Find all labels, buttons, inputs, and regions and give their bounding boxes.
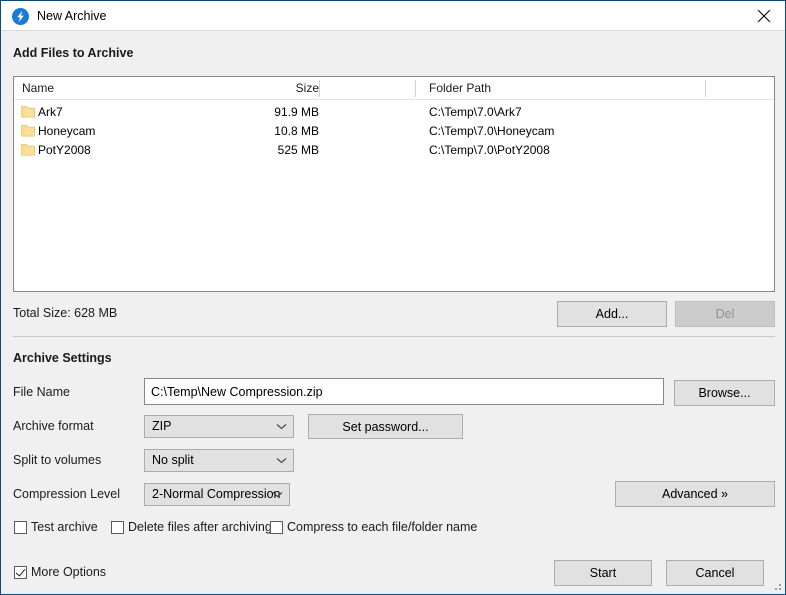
compression-level-label: Compression Level: [13, 487, 120, 501]
file-name-cell: Ark7: [38, 103, 63, 122]
compress-each-label: Compress to each file/folder name: [287, 520, 477, 534]
archive-format-label: Archive format: [13, 419, 94, 433]
file-list-body: Ark7 91.9 MB C:\Temp\7.0\Ark7 Honeycam 1…: [14, 100, 774, 160]
test-archive-checkbox[interactable]: Test archive: [14, 520, 98, 534]
test-archive-label: Test archive: [31, 520, 98, 534]
delete-files-label: Delete files after archiving: [128, 520, 272, 534]
split-to-volumes-select[interactable]: No split: [144, 449, 294, 472]
add-files-heading: Add Files to Archive: [13, 46, 133, 60]
lightning-bolt-icon: [12, 8, 29, 25]
delete-files-after-archiving-checkbox[interactable]: Delete files after archiving: [111, 520, 272, 534]
file-path-cell: C:\Temp\7.0\Ark7: [429, 103, 522, 122]
section-divider: [13, 336, 775, 337]
table-row[interactable]: Honeycam 10.8 MB C:\Temp\7.0\Honeycam: [14, 122, 774, 141]
file-list[interactable]: Name Size Folder Path Ark7 91.9 MB C:\Te…: [13, 76, 775, 292]
browse-button[interactable]: Browse...: [674, 380, 775, 406]
column-header-size[interactable]: Size: [224, 77, 319, 99]
column-divider[interactable]: [705, 80, 706, 97]
column-header-name[interactable]: Name: [22, 77, 54, 99]
archive-settings-heading: Archive Settings: [13, 351, 112, 365]
advanced-button[interactable]: Advanced »: [615, 481, 775, 507]
new-archive-dialog: New Archive Add Files to Archive Name Si…: [0, 0, 786, 595]
file-size-cell: 525 MB: [224, 141, 319, 160]
compression-level-value: 2-Normal Compression: [152, 484, 281, 505]
total-size-label: Total Size: 628 MB: [13, 306, 117, 320]
file-path-cell: C:\Temp\7.0\Honeycam: [429, 122, 554, 141]
start-button[interactable]: Start: [554, 560, 652, 586]
archive-format-select[interactable]: ZIP: [144, 415, 294, 438]
archive-format-value: ZIP: [152, 416, 171, 437]
chevron-down-icon: [272, 484, 283, 505]
column-divider[interactable]: [319, 80, 320, 97]
folder-icon: [21, 143, 35, 162]
set-password-button[interactable]: Set password...: [308, 414, 463, 439]
file-name-input[interactable]: [144, 378, 664, 405]
split-to-volumes-value: No split: [152, 450, 194, 471]
checkbox-box: [14, 521, 27, 534]
compression-level-select[interactable]: 2-Normal Compression: [144, 483, 290, 506]
file-name-label: File Name: [13, 385, 70, 399]
column-header-folder-path[interactable]: Folder Path: [429, 77, 491, 99]
chevron-down-icon: [276, 416, 287, 437]
table-row[interactable]: Ark7 91.9 MB C:\Temp\7.0\Ark7: [14, 103, 774, 122]
more-options-label: More Options: [31, 565, 106, 579]
split-to-volumes-label: Split to volumes: [13, 453, 101, 467]
file-path-cell: C:\Temp\7.0\PotY2008: [429, 141, 550, 160]
file-name-cell: Honeycam: [38, 122, 95, 141]
chevron-down-icon: [276, 450, 287, 471]
table-row[interactable]: PotY2008 525 MB C:\Temp\7.0\PotY2008: [14, 141, 774, 160]
column-divider[interactable]: [415, 80, 416, 97]
del-button: Del: [675, 301, 775, 327]
add-button[interactable]: Add...: [557, 301, 667, 327]
title-bar: New Archive: [1, 0, 786, 31]
compress-each-checkbox[interactable]: Compress to each file/folder name: [270, 520, 477, 534]
checkbox-box: [14, 566, 27, 579]
checkbox-box: [270, 521, 283, 534]
close-icon[interactable]: [741, 1, 786, 31]
cancel-button[interactable]: Cancel: [666, 560, 764, 586]
file-size-cell: 91.9 MB: [224, 103, 319, 122]
resize-grip[interactable]: [771, 580, 782, 591]
window-title: New Archive: [37, 8, 106, 25]
file-size-cell: 10.8 MB: [224, 122, 319, 141]
file-list-header: Name Size Folder Path: [14, 77, 774, 100]
more-options-checkbox[interactable]: More Options: [14, 565, 106, 579]
file-name-cell: PotY2008: [38, 141, 91, 160]
checkbox-box: [111, 521, 124, 534]
